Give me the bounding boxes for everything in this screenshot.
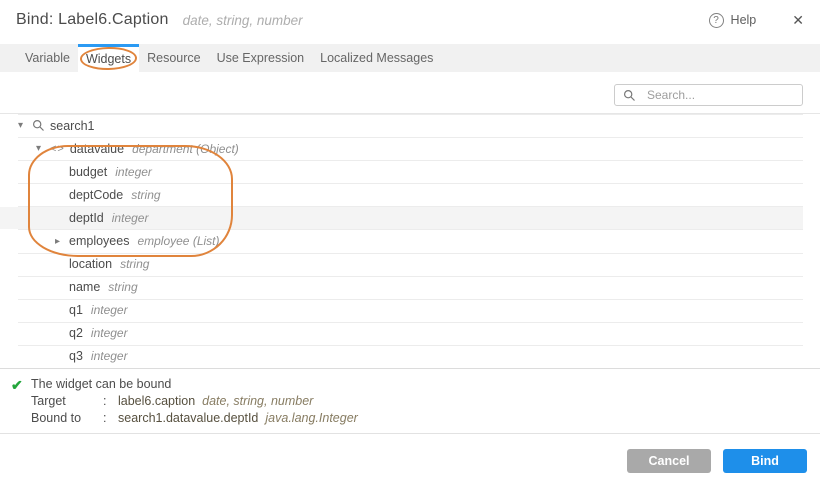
status-row-label: Bound to bbox=[31, 410, 103, 427]
caret-down-icon[interactable]: ▾ bbox=[18, 120, 32, 131]
node-label: q2 bbox=[69, 326, 83, 340]
node-type: integer bbox=[91, 349, 128, 363]
node-label: budget bbox=[69, 165, 107, 179]
tree-row-location[interactable]: location string bbox=[0, 253, 820, 276]
annotation-oval-widgets bbox=[80, 47, 138, 71]
tree-row-q1[interactable]: q1 integer bbox=[0, 299, 820, 322]
angle-brackets-icon: <> bbox=[50, 143, 65, 155]
help-icon[interactable]: ? bbox=[709, 13, 724, 28]
node-label: q3 bbox=[69, 349, 83, 363]
dialog-footer: Cancel Bind bbox=[0, 433, 820, 488]
tab-bar: VariableWidgetsResourceUse ExpressionLoc… bbox=[0, 44, 820, 72]
node-label: name bbox=[69, 280, 100, 294]
caret-down-icon[interactable]: ▾ bbox=[36, 143, 50, 154]
tree-row-name[interactable]: name string bbox=[0, 276, 820, 299]
status-message: The widget can be bound bbox=[31, 376, 358, 393]
tab-use-expression[interactable]: Use Expression bbox=[209, 44, 313, 72]
help-label[interactable]: Help bbox=[731, 13, 757, 27]
status-row-colon: : bbox=[103, 393, 118, 410]
dialog-header: Bind: Label6.Caption date, string, numbe… bbox=[0, 0, 820, 40]
success-check-icon: ✔ bbox=[11, 376, 31, 433]
node-type: employee (List) bbox=[137, 234, 219, 248]
dialog-subtitle: date, string, number bbox=[183, 13, 303, 28]
tab-localized-messages[interactable]: Localized Messages bbox=[312, 44, 441, 72]
bind-dialog: Bind: Label6.Caption date, string, numbe… bbox=[0, 0, 820, 488]
node-type: integer bbox=[115, 165, 152, 179]
footer-buttons: Cancel Bind bbox=[627, 449, 807, 473]
node-type: string bbox=[131, 188, 160, 202]
tree-row-employees[interactable]: ▸employees employee (List) bbox=[0, 229, 820, 252]
tree-row-deptId[interactable]: deptId integer bbox=[0, 206, 820, 229]
node-label: datavalue bbox=[70, 142, 124, 156]
node-type: integer bbox=[112, 211, 149, 225]
cancel-button[interactable]: Cancel bbox=[627, 449, 711, 473]
tree-row-q3[interactable]: q3 integer bbox=[0, 345, 820, 368]
tab-resource[interactable]: Resource bbox=[139, 44, 209, 72]
node-label: location bbox=[69, 257, 112, 271]
node-label: q1 bbox=[69, 303, 83, 317]
status-row-value-type: date, string, number bbox=[202, 393, 313, 410]
tree-row-search1[interactable]: ▾ search1 bbox=[0, 114, 820, 137]
status-panel: ✔ The widget can be bound Target:label6.… bbox=[0, 368, 820, 433]
close-icon[interactable]: ✕ bbox=[792, 13, 804, 27]
tree-row-datavalue[interactable]: ▾<> datavalue department (Object) bbox=[0, 137, 820, 160]
status-row-target: Target:label6.caption date, string, numbe… bbox=[31, 393, 358, 410]
search-input[interactable] bbox=[647, 88, 802, 102]
bind-button[interactable]: Bind bbox=[723, 449, 807, 473]
status-lines: The widget can be bound Target:label6.ca… bbox=[31, 376, 358, 433]
tab-widgets[interactable]: Widgets bbox=[78, 44, 139, 72]
node-type: department (Object) bbox=[132, 142, 239, 156]
status-row-bound-to: Bound to:search1.datavalue.deptId java.la… bbox=[31, 410, 358, 427]
tree-row-q2[interactable]: q2 integer bbox=[0, 322, 820, 345]
node-label: deptCode bbox=[69, 188, 123, 202]
node-label: employees bbox=[69, 234, 129, 248]
node-type: integer bbox=[91, 326, 128, 340]
node-label: search1 bbox=[50, 119, 94, 133]
dialog-title: Bind: Label6.Caption bbox=[16, 11, 169, 29]
node-type: integer bbox=[91, 303, 128, 317]
caret-right-icon[interactable]: ▸ bbox=[55, 236, 69, 247]
search-node-icon bbox=[32, 119, 45, 132]
status-row-value: search1.datavalue.deptId bbox=[118, 410, 258, 427]
tree-row-deptCode[interactable]: deptCode string bbox=[0, 183, 820, 206]
tab-variable[interactable]: Variable bbox=[17, 44, 78, 72]
help-button[interactable]: ? Help bbox=[709, 13, 757, 28]
search-box bbox=[614, 84, 803, 106]
node-type: string bbox=[108, 280, 137, 294]
tree-row-budget[interactable]: budget integer bbox=[0, 160, 820, 183]
status-row-colon: : bbox=[103, 410, 118, 427]
status-row-value: label6.caption bbox=[118, 393, 195, 410]
status-row-value-type: java.lang.Integer bbox=[265, 410, 357, 427]
node-label: deptId bbox=[69, 211, 104, 225]
node-type: string bbox=[120, 257, 149, 271]
status-row-label: Target bbox=[31, 393, 103, 410]
search-icon bbox=[623, 89, 636, 102]
binding-tree: ▾search1▾<>datavaluedepartment (Object)b… bbox=[0, 113, 820, 368]
